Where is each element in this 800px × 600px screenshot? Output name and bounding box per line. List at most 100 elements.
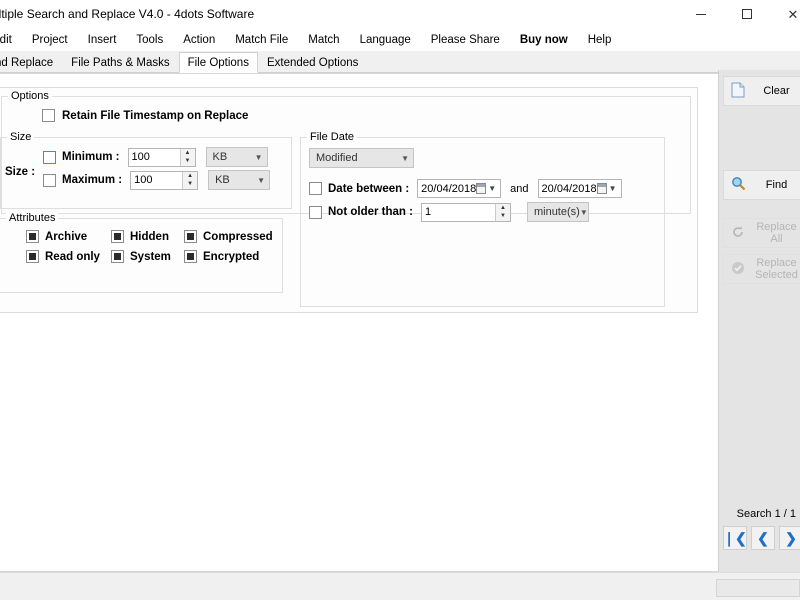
file-date-group: File Date Modified ▼ Date between : 20/0… (300, 131, 665, 307)
attribute-compressed-checkbox[interactable] (184, 230, 197, 243)
close-button[interactable]: ✕ (770, 0, 800, 28)
menu-item-project[interactable]: Project (22, 31, 78, 49)
size-minimum-spinner[interactable]: ▲ ▼ (179, 148, 195, 166)
size-maximum-label: Maximum : (62, 174, 123, 186)
size-group-title: Size (7, 131, 35, 143)
calendar-icon[interactable] (596, 183, 607, 194)
attribute-encrypted-checkbox[interactable] (184, 250, 197, 263)
attributes-row-1: Archive Hidden Compressed (26, 230, 273, 243)
menu-item-please-share[interactable]: Please Share (421, 31, 510, 49)
not-older-than-value: 1 (424, 206, 432, 218)
attribute-hidden-label: Hidden (130, 230, 169, 243)
size-maximum-value: 100 (134, 174, 153, 186)
menu-item-edit[interactable]: Edit (0, 31, 22, 49)
menu-item-tools[interactable]: Tools (126, 31, 173, 49)
search-count-label: Search 1 / 1 (736, 508, 796, 520)
menu-item-insert[interactable]: Insert (78, 31, 127, 49)
options-group: Options Retain File Timestamp on Replace… (0, 90, 691, 307)
clear-button[interactable]: Clear (723, 76, 800, 106)
retain-timestamp-checkbox[interactable] (42, 109, 55, 122)
attribute-archive-checkbox[interactable] (26, 230, 39, 243)
file-date-group-title: File Date (307, 131, 358, 143)
spinner-down-icon[interactable]: ▼ (181, 157, 195, 166)
find-button-label: Find (765, 179, 788, 191)
minimize-button[interactable] (678, 0, 724, 28)
next-match-button[interactable]: ❯ (779, 526, 800, 550)
calendar-icon[interactable] (476, 183, 487, 194)
refresh-icon (727, 225, 749, 242)
document-icon (727, 82, 749, 101)
size-minimum-unit-select[interactable]: KB ▼ (205, 147, 268, 167)
menu-item-help[interactable]: Help (578, 31, 622, 49)
attribute-system-checkbox[interactable] (111, 250, 124, 263)
chevron-down-icon: ▼ (579, 207, 588, 217)
tab-file-paths-and-masks[interactable]: File Paths & Masks (62, 53, 179, 72)
attributes-group: Attributes Archive Hidden Compressed Rea… (0, 212, 283, 293)
maximize-button[interactable] (724, 0, 770, 28)
previous-match-button[interactable]: ❮ (751, 526, 775, 550)
tab-extended-options[interactable]: Extended Options (257, 53, 368, 72)
attribute-read-only-checkbox[interactable] (26, 250, 39, 263)
spinner-down-icon[interactable]: ▼ (183, 180, 197, 189)
size-minimum-value: 100 (131, 151, 150, 163)
chevron-down-icon[interactable]: ▼ (609, 184, 617, 193)
status-panel (716, 579, 800, 597)
menu-item-match[interactable]: Match (298, 31, 349, 49)
attribute-encrypted-label: Encrypted (203, 250, 260, 263)
menu-item-buy-now[interactable]: Buy now (510, 31, 578, 49)
not-older-than-spinner[interactable]: ▲ ▼ (494, 203, 510, 221)
date-between-to-value: 20/04/2018 (541, 182, 597, 195)
attribute-archive-label: Archive (45, 230, 88, 243)
attribute-read-only-label: Read only (45, 250, 100, 263)
minimize-icon (696, 13, 706, 15)
spinner-up-icon[interactable]: ▲ (496, 204, 510, 213)
attribute-hidden-checkbox[interactable] (111, 230, 124, 243)
tab-search-and-replace[interactable]: h and Replace (0, 53, 63, 72)
size-maximum-checkbox[interactable] (43, 173, 56, 187)
spinner-down-icon[interactable]: ▼ (496, 212, 510, 221)
first-match-button[interactable]: ❘❮ (723, 526, 747, 550)
menu-bar: Edit Project Insert Tools Action Match F… (0, 28, 800, 51)
not-older-than-unit-value: minute(s) (533, 206, 580, 218)
size-minimum-row: Minimum : 100 ▲ ▼ KB ▼ (43, 147, 268, 167)
replace-all-button-label: Replace All (756, 221, 797, 245)
date-between-to-input[interactable]: 20/04/2018 ▼ (537, 179, 622, 198)
spinner-up-icon[interactable]: ▲ (181, 149, 195, 158)
not-older-than-label: Not older than : (328, 206, 413, 218)
size-maximum-unit-value: KB (215, 174, 230, 186)
size-minimum-checkbox[interactable] (43, 150, 56, 164)
size-maximum-unit-select[interactable]: KB ▼ (208, 170, 271, 190)
date-between-from-value: 20/04/2018 (421, 182, 477, 195)
tab-file-options[interactable]: File Options (178, 52, 258, 73)
attributes-group-title: Attributes (6, 212, 59, 224)
window-title: ultiple Search and Replace V4.0 - 4dots … (0, 7, 255, 21)
retain-timestamp-row[interactable]: Retain File Timestamp on Replace (42, 109, 248, 122)
date-between-from-input[interactable]: 20/04/2018 ▼ (417, 179, 502, 198)
size-maximum-input[interactable]: 100 ▲ ▼ (130, 170, 199, 190)
date-between-checkbox[interactable] (309, 182, 322, 195)
find-button[interactable]: Find (723, 170, 800, 200)
menu-item-match-file[interactable]: Match File (225, 31, 298, 49)
not-older-than-input[interactable]: 1 ▲ ▼ (420, 202, 511, 222)
not-older-than-checkbox[interactable] (309, 205, 322, 219)
chevron-down-icon[interactable]: ▼ (488, 184, 496, 193)
attributes-row-2: Read only System Encrypted (26, 250, 259, 263)
replace-selected-button: Replace Selected (723, 254, 800, 284)
clear-button-label: Clear (763, 85, 790, 97)
magnifier-icon (727, 176, 749, 194)
size-minimum-unit-value: KB (212, 151, 228, 163)
size-maximum-spinner[interactable]: ▲ ▼ (182, 171, 198, 189)
menu-item-language[interactable]: Language (350, 31, 421, 49)
options-group-title: Options (8, 90, 52, 102)
size-minimum-input[interactable]: 100 ▲ ▼ (127, 147, 196, 167)
title-bar: ultiple Search and Replace V4.0 - 4dots … (0, 0, 800, 28)
spinner-up-icon[interactable]: ▲ (183, 172, 197, 181)
date-between-label: Date between : (328, 182, 410, 195)
not-older-than-unit-select[interactable]: minute(s) ▼ (526, 202, 589, 222)
check-circle-icon (727, 261, 749, 278)
menu-item-action[interactable]: Action (173, 31, 225, 49)
not-older-than-row: Not older than : 1 ▲ ▼ minute(s) ▼ (309, 202, 589, 222)
window-controls: ✕ (678, 0, 800, 28)
file-date-type-select[interactable]: Modified ▼ (309, 148, 414, 168)
replace-selected-button-label: Replace Selected (755, 257, 798, 281)
